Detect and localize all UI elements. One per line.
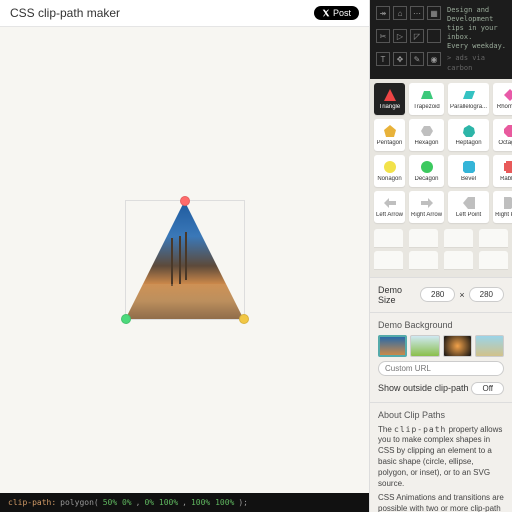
eye-icon: ◉	[427, 52, 441, 66]
dots-icon: ⋯	[410, 6, 424, 20]
app-title: CSS clip-path maker	[10, 6, 120, 20]
x-icon	[322, 9, 330, 17]
shape-nonagon[interactable]: Nonagon	[374, 155, 405, 187]
height-input[interactable]: 280	[469, 287, 504, 302]
shape-tab[interactable]	[479, 229, 508, 247]
vertex-handle-1[interactable]	[180, 196, 190, 206]
move-icon: ✥	[393, 52, 407, 66]
ad-icons: ↠ ⌂ ⋯ ▦ ✂ ▷ ◸ T ✥ ✎ ◉	[376, 6, 441, 73]
demo-size-label: Demo Size	[378, 285, 416, 305]
shape-tab[interactable]	[374, 251, 403, 269]
shape-right-point[interactable]: Right Point	[493, 191, 512, 223]
shape-tab[interactable]	[444, 229, 473, 247]
parallelogram-icon	[462, 88, 476, 102]
shape-picker: TriangleTrapezoidParallelogra...Rhombus P…	[370, 79, 512, 277]
vertex-handle-2[interactable]	[121, 314, 131, 324]
shape-left-arrow[interactable]: Left Arrow	[374, 191, 405, 223]
shape-decagon[interactable]: Decagon	[409, 155, 444, 187]
clipped-preview	[126, 201, 244, 319]
demo-box	[125, 200, 245, 320]
heptagon-icon	[462, 124, 476, 138]
shape-tab[interactable]	[409, 251, 438, 269]
rabbet-icon	[503, 160, 512, 174]
code-output[interactable]: clip-path: polygon( 50% 0%, 0% 100%, 100…	[0, 493, 369, 512]
right-arrow-icon	[420, 196, 434, 210]
triangle-icon	[383, 88, 397, 102]
demo-size-panel: Demo Size 280 × 280	[370, 277, 512, 312]
shape-tab[interactable]	[409, 229, 438, 247]
text-icon: T	[376, 52, 390, 66]
corner-icon: ◸	[410, 29, 424, 43]
show-outside-toggle[interactable]: Off	[471, 382, 504, 395]
header: CSS clip-path maker Post	[0, 0, 369, 27]
left-point-icon	[462, 196, 476, 210]
custom-url-input[interactable]	[378, 361, 504, 376]
canvas[interactable]	[0, 27, 369, 493]
ad-box[interactable]: ↠ ⌂ ⋯ ▦ ✂ ▷ ◸ T ✥ ✎ ◉ Design and Develop…	[370, 0, 512, 79]
shape-triangle[interactable]: Triangle	[374, 83, 405, 115]
bg-thumb-bridge[interactable]	[378, 335, 407, 357]
pen-icon: ✎	[410, 52, 424, 66]
sidebar: ↠ ⌂ ⋯ ▦ ✂ ▷ ◸ T ✥ ✎ ◉ Design and Develop…	[370, 0, 512, 512]
arrow-icon: ↠	[376, 6, 390, 20]
vertex-handle-3[interactable]	[239, 314, 249, 324]
shape-pentagon[interactable]: Pentagon	[374, 119, 405, 151]
hexagon-icon	[420, 124, 434, 138]
about-panel: About Clip Paths The clip-path property …	[370, 402, 512, 512]
grid-icon: ▦	[427, 6, 441, 20]
left-arrow-icon	[383, 196, 397, 210]
cut-icon: ✂	[376, 29, 390, 43]
trapezoid-icon	[420, 88, 434, 102]
show-outside-label: Show outside clip-path	[378, 383, 469, 393]
shape-octagon[interactable]: Octagon	[493, 119, 512, 151]
decagon-icon	[420, 160, 434, 174]
width-input[interactable]: 280	[420, 287, 455, 302]
shape-rhombus[interactable]: Rhombus	[493, 83, 512, 115]
post-button[interactable]: Post	[314, 6, 359, 20]
shape-hexagon[interactable]: Hexagon	[409, 119, 444, 151]
bg-thumb-coast[interactable]	[475, 335, 504, 357]
home-icon: ⌂	[393, 6, 407, 20]
blank-icon	[427, 29, 441, 43]
bg-thumb-field[interactable]	[410, 335, 439, 357]
nonagon-icon	[383, 160, 397, 174]
shape-left-point[interactable]: Left Point	[448, 191, 489, 223]
shape-trapezoid[interactable]: Trapezoid	[409, 83, 444, 115]
pentagon-icon	[383, 124, 397, 138]
main-panel: CSS clip-path maker Post clip-path: poly…	[0, 0, 370, 512]
shape-heptagon[interactable]: Heptagon	[448, 119, 489, 151]
shape-parallelogram[interactable]: Parallelogra...	[448, 83, 489, 115]
shape-bevel[interactable]: Bevel	[448, 155, 489, 187]
shape-tab[interactable]	[479, 251, 508, 269]
rhombus-icon	[503, 88, 512, 102]
shape-right-arrow[interactable]: Right Arrow	[409, 191, 444, 223]
shape-rabbet[interactable]: Rabbet	[493, 155, 512, 187]
bevel-icon	[462, 160, 476, 174]
demo-background-panel: Demo Background Show outside clip-path O…	[370, 312, 512, 402]
octagon-icon	[503, 124, 512, 138]
right-point-icon	[503, 196, 512, 210]
bg-thumb-sparkler[interactable]	[443, 335, 472, 357]
shape-tab[interactable]	[374, 229, 403, 247]
shape-tab[interactable]	[444, 251, 473, 269]
tri-icon: ▷	[393, 29, 407, 43]
